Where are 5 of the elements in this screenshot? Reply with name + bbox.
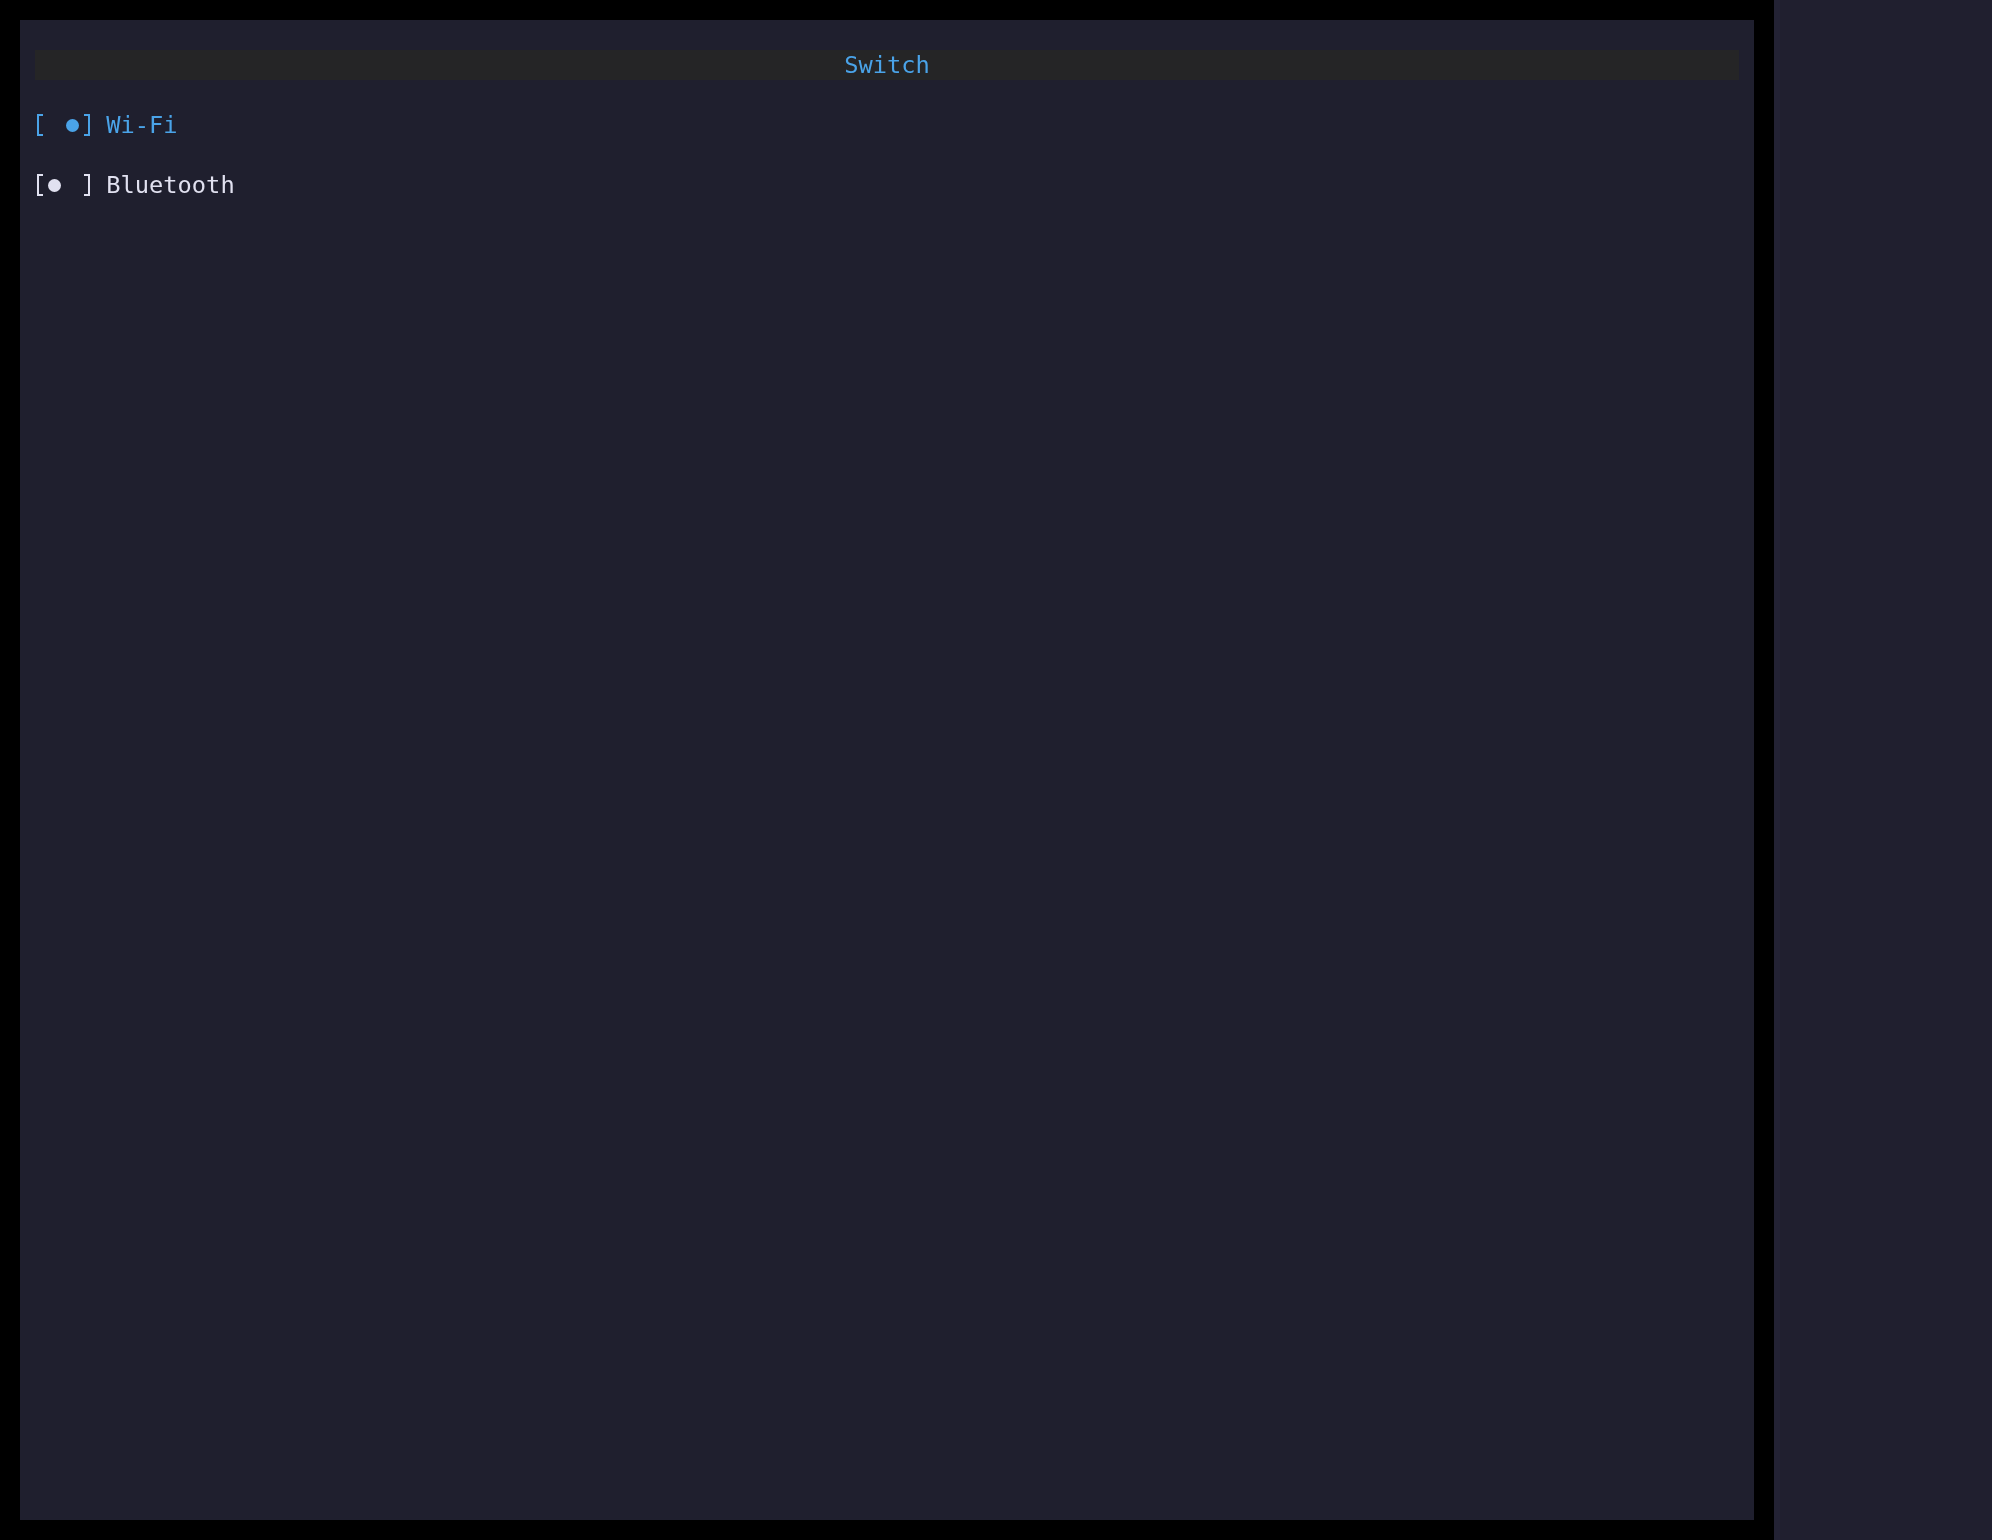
switch-label: Wi-Fi [106,111,178,139]
toggle-switch[interactable] [35,113,92,137]
toggle-switch[interactable] [35,173,92,197]
panel-title: Switch [35,50,1739,80]
switch-label: Bluetooth [106,171,235,199]
